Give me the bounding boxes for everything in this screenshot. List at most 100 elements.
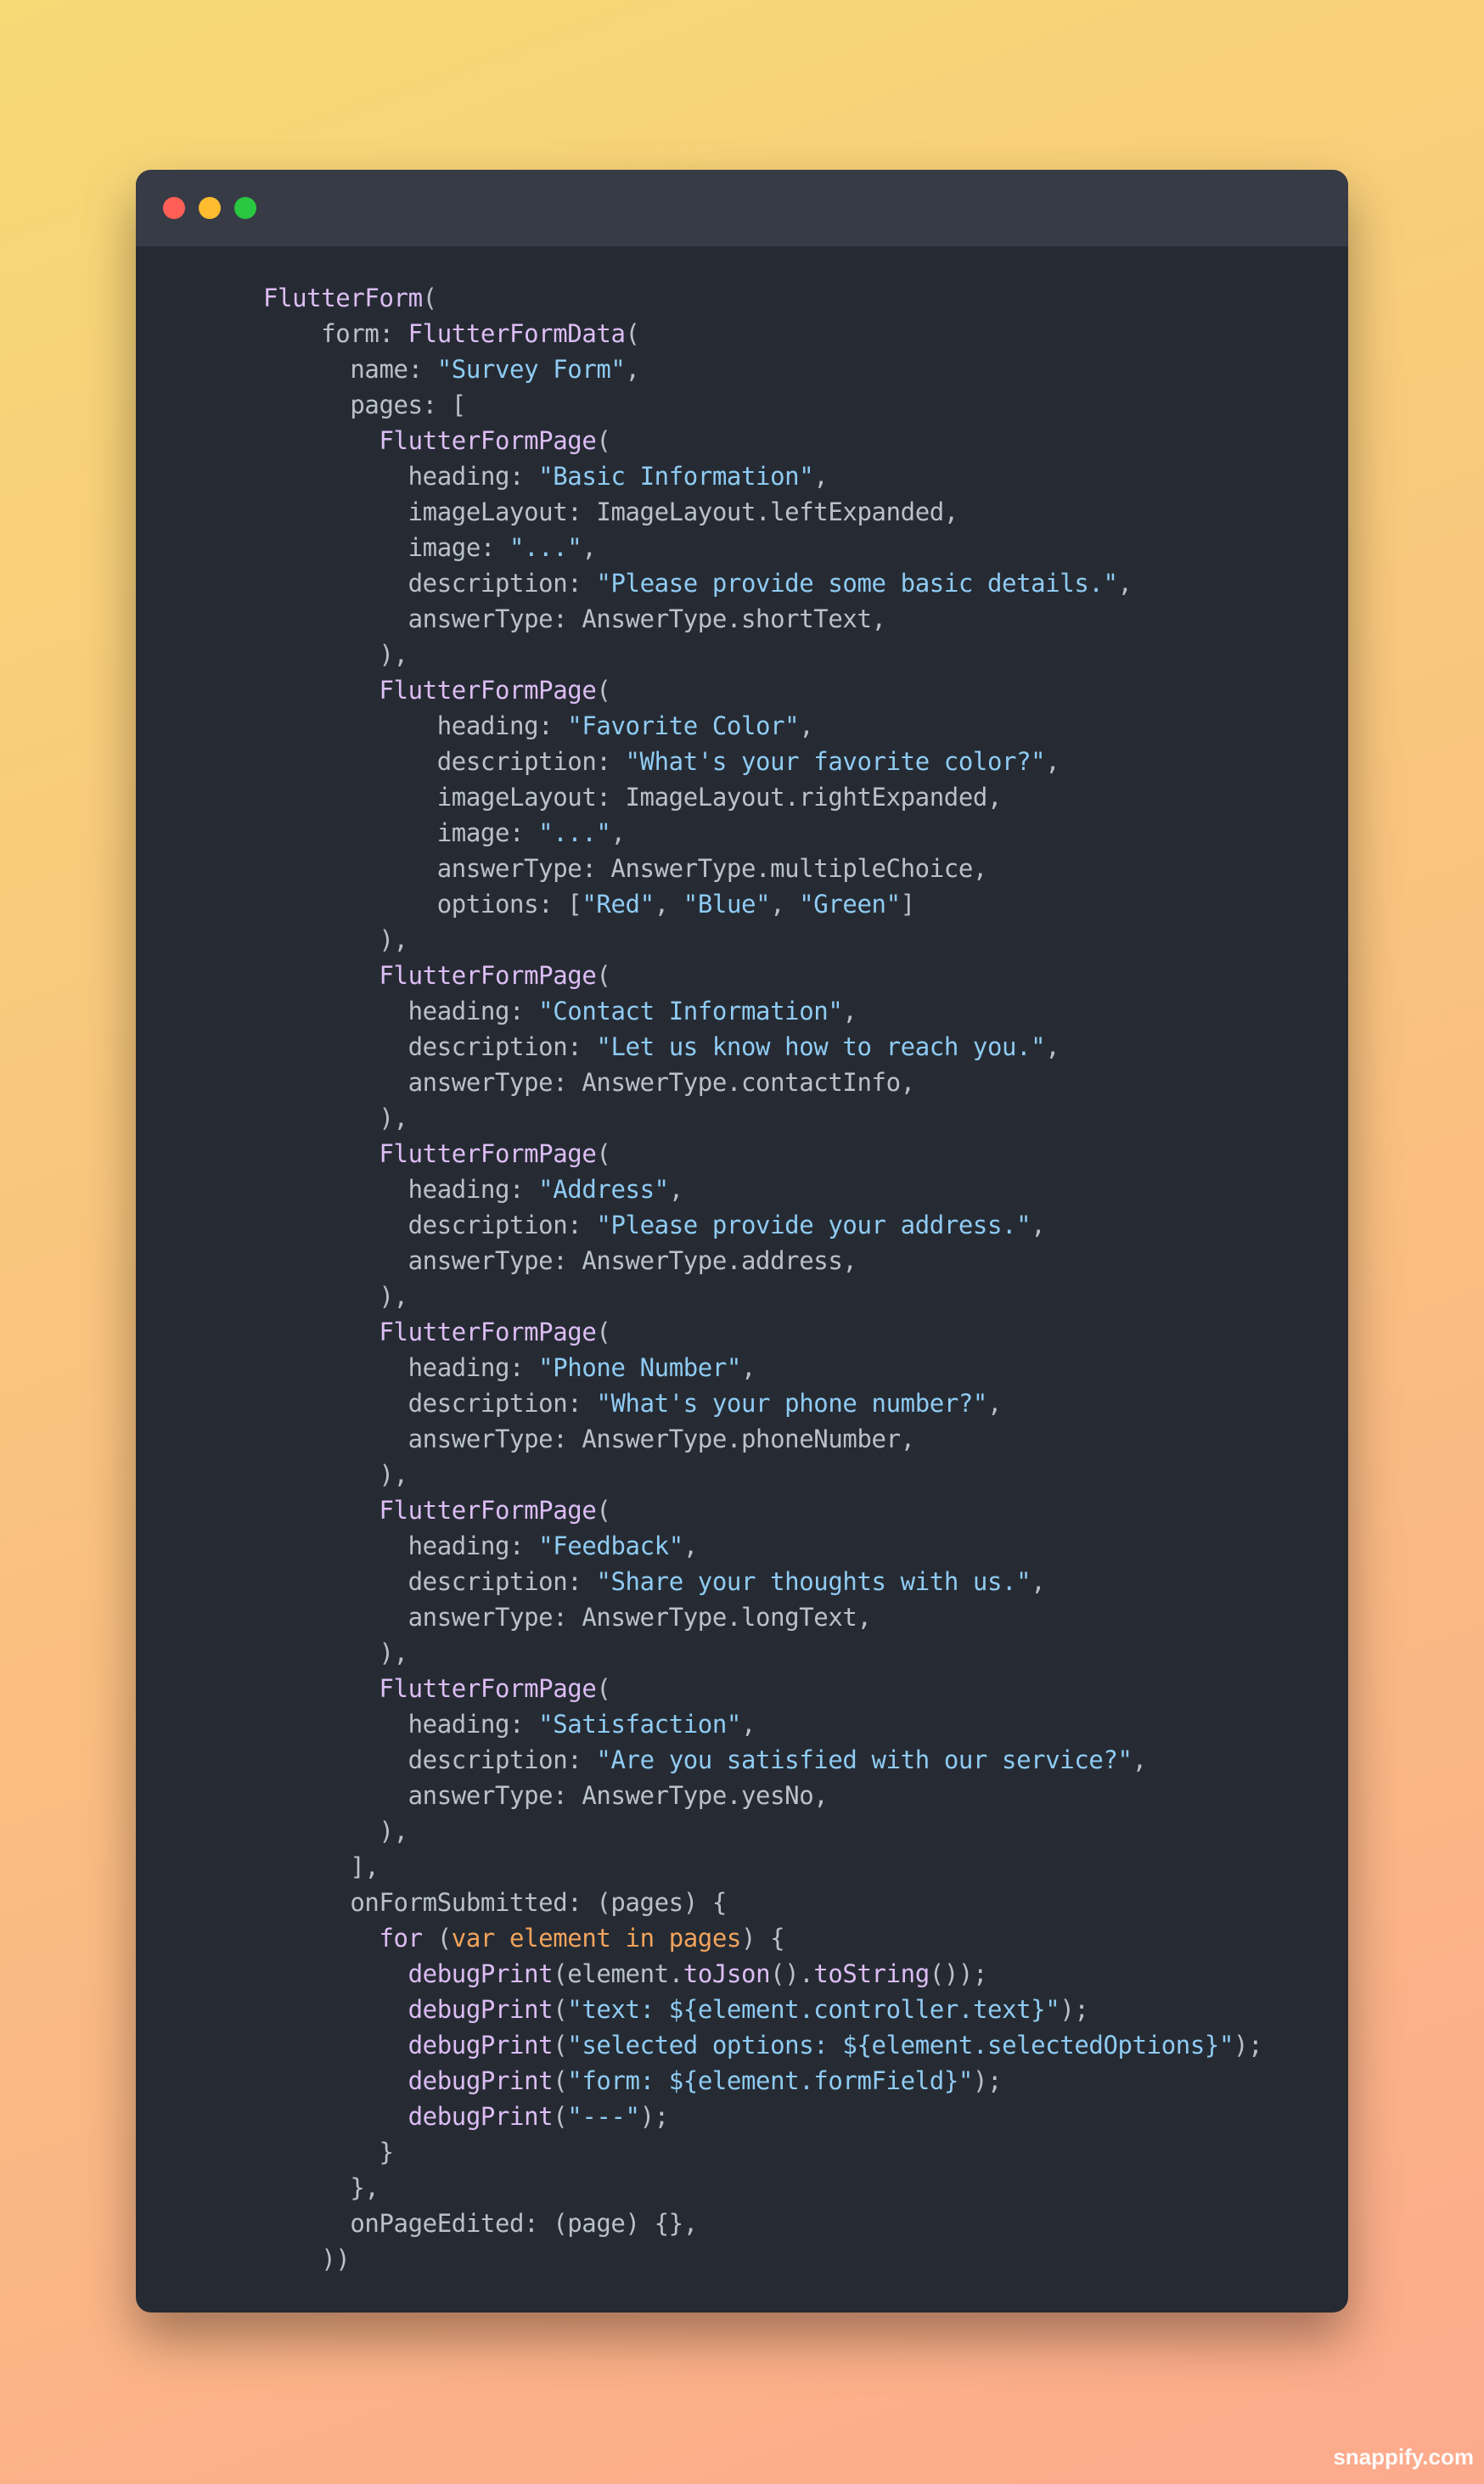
code-token: answerType: AnswerType.longText, [408,1603,872,1632]
code-line: onFormSubmitted: (pages) { [263,1885,1262,1920]
code-token: pages: [ [350,391,466,419]
code-token: , [1045,1032,1060,1061]
code-token: ( [553,2031,568,2060]
code-token: "form: ${element.formField}" [567,2066,973,2095]
code-token: "text: ${element.controller.text}" [567,1995,1060,2024]
code-token: "Basic Information" [538,462,814,491]
code-line: description: "Share your thoughts with u… [263,1564,1262,1599]
code-token: (). [770,1959,814,1988]
code-token: (element. [553,1959,683,1988]
code-token: toString [813,1959,930,1988]
code-token: FlutterFormData [408,319,626,348]
code-token: debugPrint [408,2066,554,2095]
code-token: FlutterFormPage [379,1674,597,1703]
code-token: image: [408,533,510,562]
code-token: ()); [929,1959,988,1988]
code-token: ( [596,426,611,455]
code-line: ), [263,1813,1262,1849]
code-token: toJson [683,1959,771,1988]
code-token: FlutterFormPage [379,1496,597,1525]
code-token: , [987,1389,1003,1418]
code-line: description: "Please provide your addres… [263,1207,1262,1243]
code-token: name: [350,355,437,384]
code-token: ), [379,1817,408,1846]
code-token: image: [436,818,539,847]
watermark: snappify.com [1333,2444,1474,2470]
code-line: heading: "Address", [263,1172,1262,1207]
code-token: description: [408,1389,597,1418]
code-token: "Feedback" [538,1531,683,1560]
code-token: description: [408,1032,597,1061]
code-token: ), [379,640,408,669]
code-line: image: "...", [263,815,1262,851]
code-window: FlutterForm( form: FlutterFormData( name… [136,170,1348,2313]
code-token: form: [321,319,408,348]
code-token: FlutterFormPage [379,1139,597,1168]
code-line: FlutterFormPage( [263,423,1262,458]
code-token: heading: [436,711,568,740]
code-token: "Please provide some basic details." [596,569,1118,598]
code-line: answerType: AnswerType.yesNo, [263,1778,1262,1813]
maximize-dot-icon[interactable] [234,197,256,219]
code-token: ); [1060,1995,1089,2024]
code-token: , [1117,569,1133,598]
code-token: ( [596,676,611,705]
code-line: ), [263,1100,1262,1136]
code-token: description: [408,1567,597,1596]
code-token: , [1031,1567,1046,1596]
code-line: heading: "Contact Information", [263,993,1262,1029]
code-line: answerType: AnswerType.address, [263,1243,1262,1279]
code-line: FlutterForm( [263,280,1262,316]
code-line: image: "...", [263,530,1262,565]
code-token: "Are you satisfied with our service?" [596,1745,1133,1774]
code-line: answerType: AnswerType.contactInfo, [263,1065,1262,1100]
code-token: "Let us know how to reach you." [596,1032,1046,1061]
code-line: heading: "Basic Information", [263,458,1262,494]
code-token: ( [553,1995,568,2024]
code-token: "selected options: ${element.selectedOpt… [567,2031,1234,2060]
code-token: , [741,1353,756,1382]
code-line: form: FlutterFormData( [263,316,1262,351]
code-line: heading: "Feedback", [263,1528,1262,1564]
code-block: FlutterForm( form: FlutterFormData( name… [263,280,1263,2277]
code-line: heading: "Phone Number", [263,1350,1262,1385]
code-token: description: [408,1745,597,1774]
code-token: answerType: AnswerType.yesNo, [408,1781,829,1810]
code-line: debugPrint("selected options: ${element.… [263,2027,1263,2063]
code-line: description: "Are you satisfied with our… [263,1742,1262,1778]
code-token: answerType: AnswerType.phoneNumber, [408,1425,915,1453]
code-line: answerType: AnswerType.shortText, [263,601,1262,637]
close-dot-icon[interactable] [163,197,185,219]
code-line: onPageEdited: (page) {}, [263,2206,1262,2241]
code-token: debugPrint [408,1959,554,1988]
code-token: "Blue" [683,890,771,919]
code-line: options: ["Red", "Blue", "Green"] [263,886,1262,922]
minimize-dot-icon[interactable] [199,197,221,219]
code-token: FlutterForm [263,284,423,312]
code-token: "Please provide your address." [596,1211,1031,1239]
code-token: , [770,890,800,919]
code-token: "..." [538,818,611,847]
code-line: answerType: AnswerType.multipleChoice, [263,851,1262,886]
code-token: , [610,818,626,847]
code-token: , [1132,1745,1147,1774]
code-line: FlutterFormPage( [263,1492,1262,1528]
code-token: "Address" [538,1175,669,1204]
code-token: answerType: AnswerType.shortText, [408,604,886,633]
code-token: ( [596,1139,611,1168]
code-token: ); [639,2102,670,2131]
code-token: heading: [408,1710,539,1739]
code-token: ( [625,319,640,348]
code-line: FlutterFormPage( [263,1314,1262,1350]
code-token: ( [422,1924,452,1953]
code-token: ), [379,1282,408,1311]
code-token: ), [379,1638,408,1667]
code-token: , [582,533,597,562]
code-token: heading: [408,1353,539,1382]
code-token: , [813,462,829,491]
code-line: description: "Please provide some basic … [263,565,1262,601]
code-token: ] [900,890,915,919]
code-token: FlutterFormPage [379,676,597,705]
code-line: )) [263,2241,1262,2277]
code-token: FlutterFormPage [379,1318,597,1346]
